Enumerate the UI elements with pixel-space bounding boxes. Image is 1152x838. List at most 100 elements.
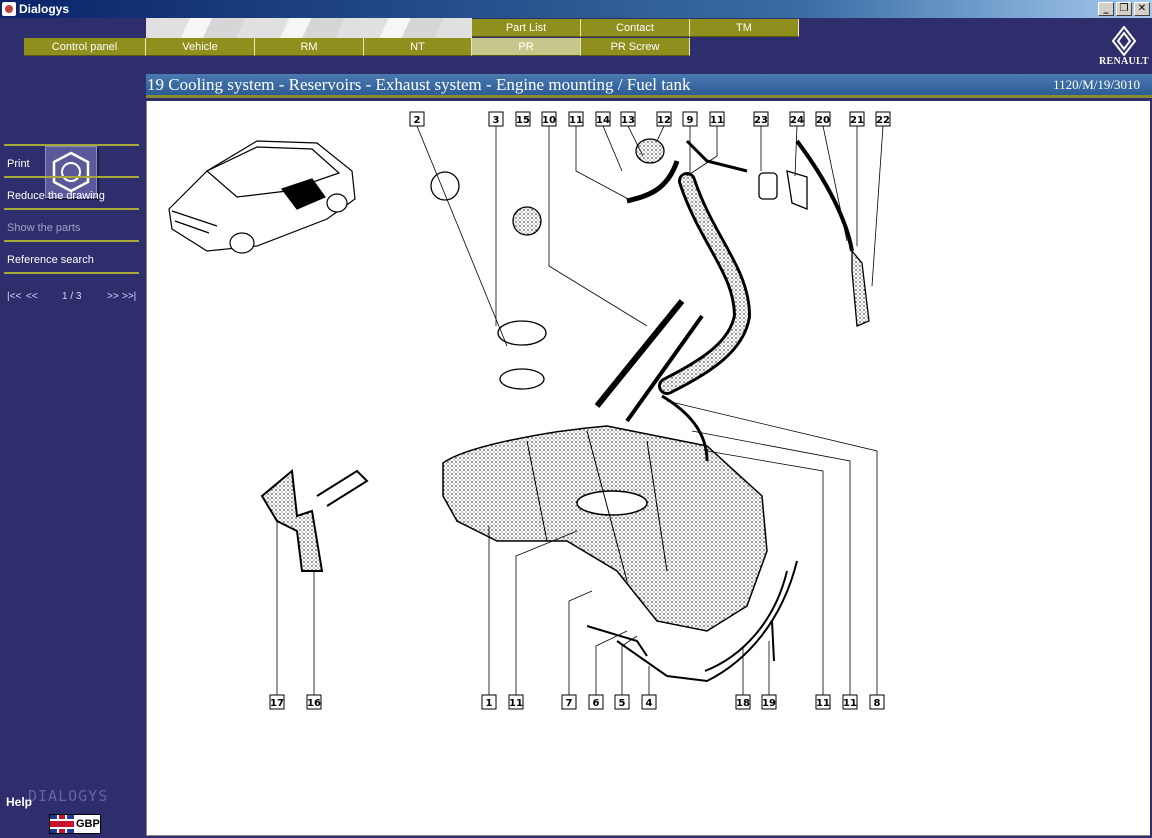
tab-pr[interactable]: PR: [472, 38, 581, 56]
callout-bottom-label: 5: [619, 698, 626, 709]
sidebar-item-show-parts: Show the parts: [4, 208, 139, 240]
callout-bottom-label: 18: [736, 698, 750, 709]
callout-top-label: 23: [754, 115, 768, 126]
pager-first[interactable]: |<<: [7, 291, 21, 302]
callout-bottom-0[interactable]: 17: [269, 694, 285, 710]
pager-next[interactable]: >>: [107, 291, 119, 302]
callout-top-1[interactable]: 3: [488, 111, 504, 127]
callout-top-12[interactable]: 20: [815, 111, 831, 127]
callout-top-3[interactable]: 10: [541, 111, 557, 127]
tab-vehicle[interactable]: Vehicle: [146, 38, 255, 56]
callout-top-5[interactable]: 14: [595, 111, 611, 127]
tab-part-list[interactable]: Part List: [472, 19, 581, 37]
callout-top-6[interactable]: 13: [620, 111, 636, 127]
filler-neck: [594, 139, 854, 462]
tab-control-panel[interactable]: Control panel: [24, 38, 146, 56]
callout-bottom-label: 11: [843, 698, 857, 709]
callout-top-label: 15: [516, 115, 530, 126]
callout-top-13[interactable]: 21: [849, 111, 865, 127]
tab-nt[interactable]: NT: [364, 38, 472, 56]
callout-top-9[interactable]: 11: [709, 111, 725, 127]
window-controls: _ ❐ ✕: [1098, 2, 1150, 16]
callout-bottom-label: 11: [816, 698, 830, 709]
sidebar-item-print[interactable]: Print: [4, 144, 139, 176]
dialogys-watermark: DIALOGYS: [28, 787, 109, 805]
window-title-bar: Dialogys _ ❐ ✕: [0, 0, 1152, 18]
callout-bottom-9[interactable]: 19: [761, 694, 777, 710]
callout-bottom-10[interactable]: 11: [815, 694, 831, 710]
callout-top-label: 14: [596, 115, 610, 126]
callout-bottom-label: 17: [270, 698, 284, 709]
callout-top-7[interactable]: 12: [656, 111, 672, 127]
callout-bottom-label: 1: [486, 698, 493, 709]
callout-top-label: 2: [414, 115, 421, 126]
callouts-top: 2 3 15 10 11 14 13 12 9 11 23 24 20 21 22: [409, 111, 891, 127]
callout-top-label: 24: [790, 115, 804, 126]
callout-bottom-2[interactable]: 1: [481, 694, 497, 710]
leader-lines: [276, 125, 884, 696]
tab-tm[interactable]: TM: [690, 19, 799, 37]
vehicle-thumbnail: [168, 140, 356, 254]
close-button[interactable]: ✕: [1134, 2, 1150, 16]
sidebar-item-reduce-drawing[interactable]: Reduce the drawing: [4, 176, 139, 208]
header-decoration: [146, 18, 472, 38]
uk-flag-icon: [50, 815, 74, 833]
tab-rm[interactable]: RM: [255, 38, 364, 56]
callout-top-label: 3: [493, 115, 500, 126]
callouts-bottom: 17 16 1 11 7 6 5 4 18 19 11 11 8: [269, 694, 885, 710]
callout-top-0[interactable]: 2: [409, 111, 425, 127]
drawing-canvas[interactable]: 2 3 15 10 11 14 13 12 9 11 23 24 20 21 22 17 16 1 11 7 6 5 4 1…: [146, 101, 1150, 836]
small-parts: [430, 138, 870, 390]
callout-bottom-label: 16: [307, 698, 321, 709]
document-header: 19 Cooling system - Reservoirs - Exhaust…: [146, 74, 1152, 98]
tab-contact[interactable]: Contact: [581, 19, 690, 37]
callout-top-4[interactable]: 11: [568, 111, 584, 127]
callout-top-label: 11: [569, 115, 583, 126]
maximize-button[interactable]: ❐: [1116, 2, 1132, 16]
callout-top-label: 20: [816, 115, 830, 126]
help-link[interactable]: Help: [6, 795, 32, 809]
sidebar-item-reference-search[interactable]: Reference search: [4, 240, 139, 272]
callout-top-label: 12: [657, 115, 671, 126]
callout-bottom-8[interactable]: 18: [735, 694, 751, 710]
document-title: 19 Cooling system - Reservoirs - Exhaust…: [147, 75, 691, 94]
pager-last[interactable]: >>|: [122, 291, 136, 302]
callout-top-10[interactable]: 23: [753, 111, 769, 127]
callout-bottom-label: 4: [646, 698, 653, 709]
callout-top-2[interactable]: 15: [515, 111, 531, 127]
callout-bottom-label: 11: [509, 698, 523, 709]
callout-bottom-label: 19: [762, 698, 776, 709]
pager-prev[interactable]: <<: [26, 291, 38, 302]
renault-logo: RENAULT: [1096, 26, 1152, 70]
mounting-bracket: [260, 469, 369, 572]
callout-bottom-11[interactable]: 11: [842, 694, 858, 710]
callout-top-8[interactable]: 9: [682, 111, 698, 127]
callout-bottom-1[interactable]: 16: [306, 694, 322, 710]
app-icon: [2, 2, 16, 16]
callout-top-label: 10: [542, 115, 556, 126]
callout-bottom-3[interactable]: 11: [508, 694, 524, 710]
renault-diamond-icon: [1112, 26, 1136, 56]
callout-top-11[interactable]: 24: [789, 111, 805, 127]
callout-bottom-6[interactable]: 5: [614, 694, 630, 710]
callout-bottom-12[interactable]: 8: [869, 694, 885, 710]
callout-top-label: 9: [687, 115, 694, 126]
tab-pr-screw[interactable]: PR Screw: [581, 38, 690, 56]
window-title: Dialogys: [19, 2, 70, 16]
brand-name: RENAULT: [1098, 56, 1150, 67]
callout-bottom-5[interactable]: 6: [588, 694, 604, 710]
exploded-parts-drawing: 2 3 15 10 11 14 13 12 9 11 23 24 20 21 22 17 16 1 11 7 6 5 4 1…: [168, 111, 891, 710]
callout-top-label: 13: [621, 115, 635, 126]
callout-top-14[interactable]: 22: [875, 111, 891, 127]
callout-bottom-7[interactable]: 4: [641, 694, 657, 710]
callout-bottom-label: 7: [566, 698, 573, 709]
minimize-button[interactable]: _: [1098, 2, 1114, 16]
callout-bottom-label: 6: [593, 698, 600, 709]
callout-bottom-label: 8: [874, 698, 881, 709]
sidebar-divider: [4, 272, 139, 274]
callout-top-label: 21: [850, 115, 864, 126]
currency-label: GBP: [76, 818, 100, 830]
fuel-tank: [442, 425, 768, 632]
currency-selector[interactable]: GBP: [49, 814, 101, 834]
callout-bottom-4[interactable]: 7: [561, 694, 577, 710]
